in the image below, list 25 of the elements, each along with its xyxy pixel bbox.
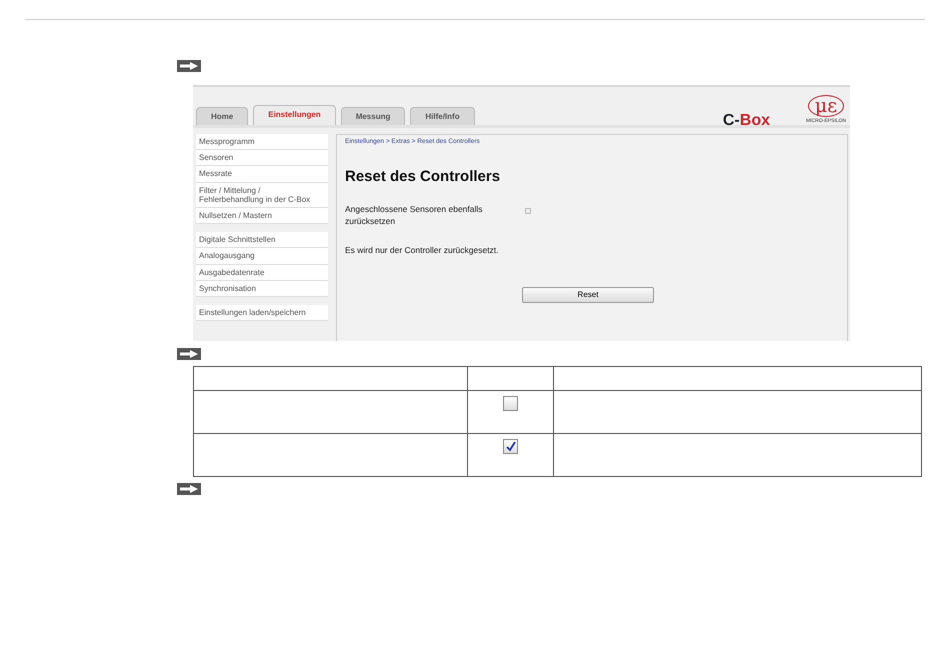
- info-text: Es wird nur der Controller zurückgesetzt.: [345, 244, 500, 257]
- sidebar-item[interactable]: Filter / Mittelung / Fehlerbehandlung in der C-Box: [196, 182, 328, 208]
- arrow-icon: [177, 483, 201, 495]
- sidebar-item[interactable]: Ausgabedatenrate: [196, 264, 328, 281]
- sidebar-item[interactable]: Synchronisation: [196, 280, 328, 297]
- sidebar-item[interactable]: Analogausgang: [196, 248, 328, 264]
- sidebar-item[interactable]: Messrate: [196, 166, 328, 183]
- reset-button[interactable]: Reset: [522, 286, 654, 303]
- tab[interactable]: Einstellungen: [253, 105, 336, 125]
- logo-symbol: με: [808, 95, 844, 117]
- tab[interactable]: Home: [196, 107, 248, 125]
- brand-text: C-: [722, 112, 740, 129]
- sidebar-item[interactable]: Messprogramm: [196, 134, 328, 150]
- option-label: Angeschlossene Sensoren ebenfalls zurücksetzen: [345, 204, 484, 228]
- checkbox[interactable]: [525, 208, 531, 214]
- sidebar-item[interactable]: Nullsetzen / Mastern: [196, 208, 328, 224]
- tab[interactable]: Hilfe/Info: [410, 107, 475, 125]
- sidebar-item[interactable]: Sensoren: [196, 150, 328, 166]
- sidebar-item[interactable]: Einstellungen laden/speichern: [196, 304, 328, 322]
- brand-text: Box: [740, 112, 770, 129]
- sidebar-item[interactable]: Digitale Schnittstellen: [196, 232, 328, 248]
- page-heading: Reset des Controllers: [345, 166, 502, 187]
- tab[interactable]: Messung: [340, 107, 406, 125]
- arrow-icon: [177, 60, 201, 72]
- arrow-icon: [177, 348, 201, 360]
